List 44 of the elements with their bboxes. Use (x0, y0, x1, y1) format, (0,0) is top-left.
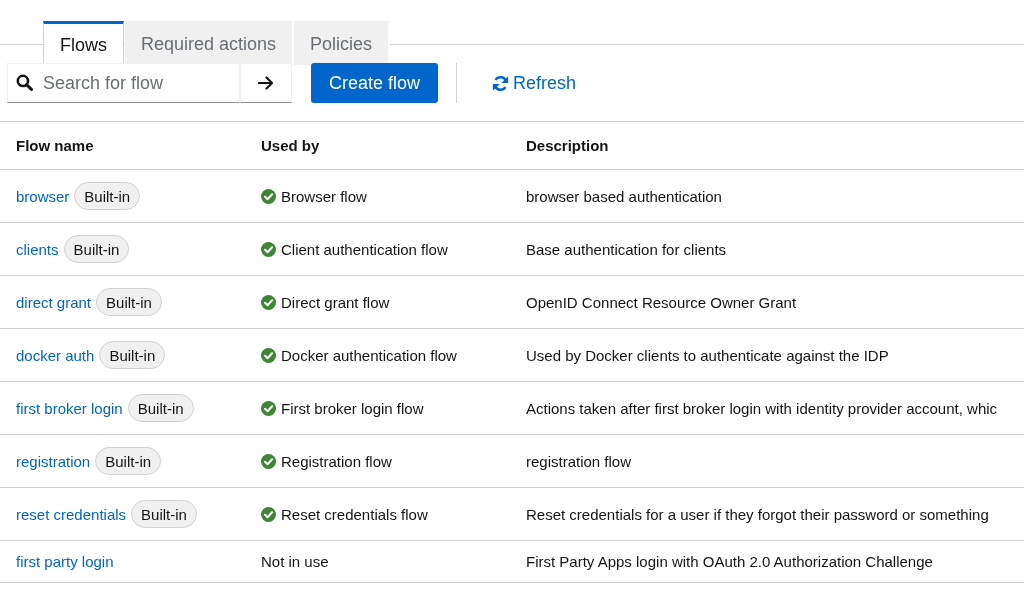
tab[interactable]: Flows (43, 21, 124, 66)
flow-name-link[interactable]: clients (16, 240, 59, 258)
flow-name-link[interactable]: direct grant (16, 293, 92, 311)
flow-name-link[interactable]: first broker login (16, 399, 123, 417)
arrow-right-icon (258, 76, 274, 90)
search-submit-button[interactable] (240, 63, 292, 103)
built-in-tag: Built-in (96, 288, 162, 316)
built-in-tag: Built-in (63, 235, 130, 263)
search-field[interactable]: Search for flow (7, 63, 240, 103)
used-by-text: Browser flow (281, 187, 367, 205)
sync-icon (492, 74, 509, 92)
flow-name-link[interactable]: browser (16, 187, 70, 205)
built-in-tag: Built-in (131, 500, 197, 528)
flow-name-link[interactable]: first party login (16, 553, 114, 570)
used-by-text: First broker login flow (281, 399, 424, 417)
search-icon (16, 74, 33, 91)
description-text: Actions taken after first broker login with identity provider account, whic (526, 399, 998, 417)
description-text: Reset credentials for a user if they forgot their password or something (526, 505, 989, 523)
description-text: browser based authentication (526, 187, 722, 205)
description-text: Used by Docker clients to authenticate against the IDP (526, 346, 889, 364)
create-flow-button[interactable]: Create flow (311, 63, 438, 103)
used-by-text: Not in use (261, 553, 329, 570)
built-in-tag: Built-in (95, 447, 162, 475)
refresh-button[interactable]: Refresh (492, 68, 577, 98)
description-text: OpenID Connect Resource Owner Grant (526, 293, 797, 311)
built-in-tag: Built-in (74, 182, 141, 210)
built-in-tag: Built-in (127, 394, 194, 422)
used-by-text: Registration flow (281, 452, 392, 470)
used-by-text: Docker authentication flow (281, 346, 457, 364)
flow-name-link[interactable]: registration (16, 452, 91, 470)
tab[interactable]: Policies (294, 21, 391, 65)
tab[interactable]: Required actions (125, 21, 295, 65)
used-by-text: Direct grant flow (281, 293, 390, 311)
used-by-text: Reset credentials flow (281, 505, 428, 523)
description-text: First Party Apps login with OAuth 2.0 Authorization Challenge (526, 553, 933, 570)
column-header: Used by (260, 136, 321, 156)
description-text: Base authentication for clients (526, 240, 727, 258)
description-text: registration flow (526, 452, 632, 470)
built-in-tag: Built-in (99, 341, 166, 369)
flow-name-link[interactable]: docker auth (16, 346, 95, 364)
column-header: Description (525, 136, 610, 156)
flow-name-link[interactable]: reset credentials (16, 505, 127, 523)
used-by-text: Client authentication flow (281, 240, 448, 258)
column-header: Flow name (15, 136, 95, 156)
